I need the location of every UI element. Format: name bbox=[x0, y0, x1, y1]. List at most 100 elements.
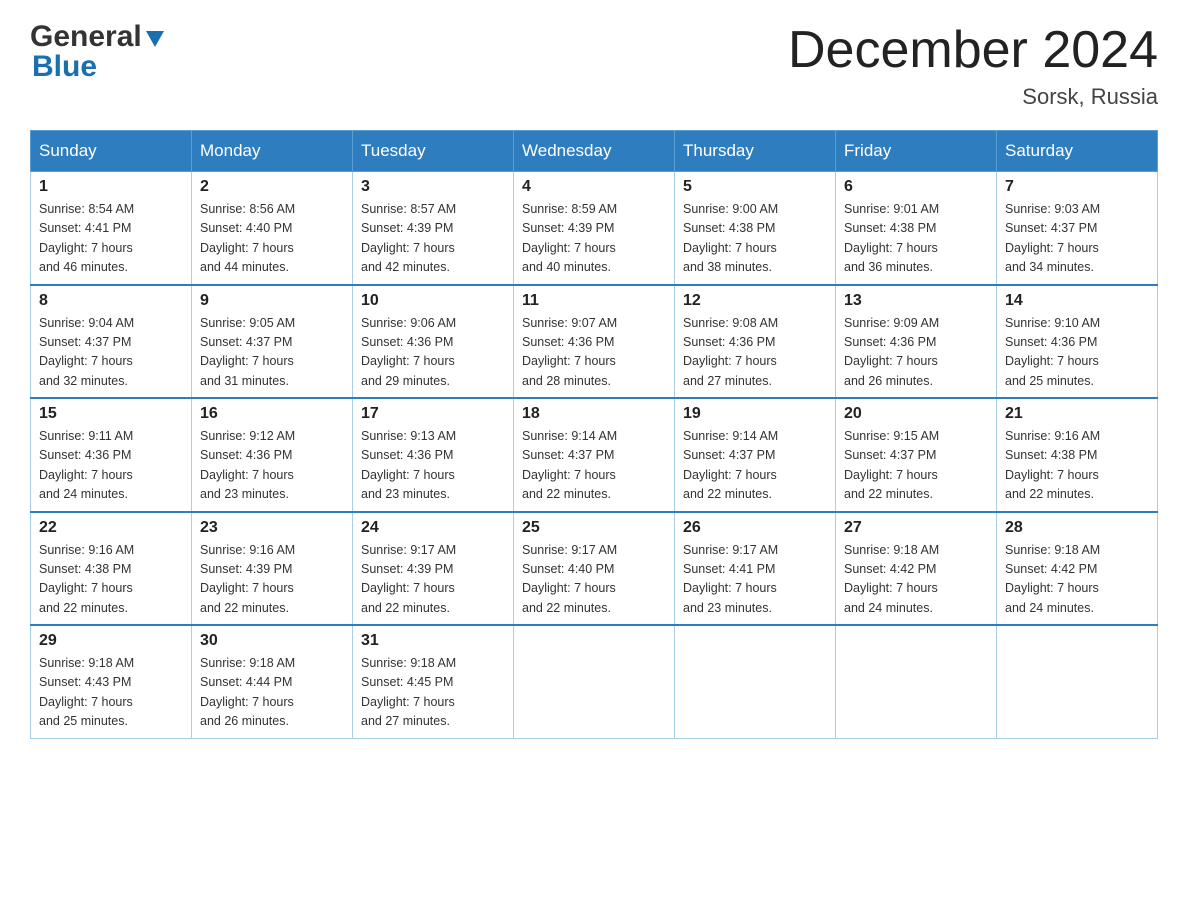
table-row: 19 Sunrise: 9:14 AMSunset: 4:37 PMDayligh… bbox=[675, 398, 836, 512]
day-number: 26 bbox=[683, 519, 827, 537]
day-info: Sunrise: 9:09 AMSunset: 4:36 PMDaylight:… bbox=[844, 314, 988, 392]
day-info: Sunrise: 9:18 AMSunset: 4:44 PMDaylight:… bbox=[200, 654, 344, 732]
day-number: 14 bbox=[1005, 292, 1149, 310]
page-header: General Blue December 2024 Sorsk, Russia bbox=[30, 20, 1158, 110]
day-number: 3 bbox=[361, 178, 505, 196]
day-number: 9 bbox=[200, 292, 344, 310]
table-row: 27Sunrise: 9:18 AMSunset: 4:42 PMDayligh… bbox=[836, 512, 997, 626]
day-info: Sunrise: 9:06 AMSunset: 4:36 PMDaylight:… bbox=[361, 314, 505, 392]
day-info: Sunrise: 9:01 AMSunset: 4:38 PMDaylight:… bbox=[844, 200, 988, 278]
day-number: 29 bbox=[39, 632, 183, 650]
day-number: 4 bbox=[522, 178, 666, 196]
table-row: 12 Sunrise: 9:08 AMSunset: 4:36 PMDayligh… bbox=[675, 285, 836, 399]
calendar-week-row-3: 15Sunrise: 9:11 AMSunset: 4:36 PMDayligh… bbox=[31, 398, 1158, 512]
calendar-week-row-4: 22Sunrise: 9:16 AMSunset: 4:38 PMDayligh… bbox=[31, 512, 1158, 626]
day-number: 30 bbox=[200, 632, 344, 650]
day-info: Sunrise: 8:57 AMSunset: 4:39 PMDaylight:… bbox=[361, 200, 505, 278]
header-wednesday: Wednesday bbox=[514, 131, 675, 172]
day-info: Sunrise: 9:17 AMSunset: 4:41 PMDaylight:… bbox=[683, 541, 827, 619]
day-info: Sunrise: 9:14 AMSunset: 4:37 PMDaylight:… bbox=[683, 427, 827, 505]
table-row: 13 Sunrise: 9:09 AMSunset: 4:36 PMDayligh… bbox=[836, 285, 997, 399]
day-info: Sunrise: 9:07 AMSunset: 4:36 PMDaylight:… bbox=[522, 314, 666, 392]
table-row: 20Sunrise: 9:15 AMSunset: 4:37 PMDayligh… bbox=[836, 398, 997, 512]
day-info: Sunrise: 8:59 AMSunset: 4:39 PMDaylight:… bbox=[522, 200, 666, 278]
day-number: 24 bbox=[361, 519, 505, 537]
table-row: 24 Sunrise: 9:17 AMSunset: 4:39 PMDayligh… bbox=[353, 512, 514, 626]
table-row: 28 Sunrise: 9:18 AMSunset: 4:42 PMDayligh… bbox=[997, 512, 1158, 626]
calendar-week-row-1: 1 Sunrise: 8:54 AMSunset: 4:41 PMDaylight… bbox=[31, 172, 1158, 285]
table-row: 6 Sunrise: 9:01 AMSunset: 4:38 PMDaylight… bbox=[836, 172, 997, 285]
day-info: Sunrise: 9:18 AMSunset: 4:42 PMDaylight:… bbox=[1005, 541, 1149, 619]
month-title: December 2024 bbox=[788, 20, 1158, 80]
day-number: 18 bbox=[522, 405, 666, 423]
header-tuesday: Tuesday bbox=[353, 131, 514, 172]
table-row: 4 Sunrise: 8:59 AMSunset: 4:39 PMDaylight… bbox=[514, 172, 675, 285]
table-row bbox=[514, 625, 675, 738]
table-row: 22Sunrise: 9:16 AMSunset: 4:38 PMDayligh… bbox=[31, 512, 192, 626]
table-row: 3 Sunrise: 8:57 AMSunset: 4:39 PMDaylight… bbox=[353, 172, 514, 285]
day-info: Sunrise: 9:04 AMSunset: 4:37 PMDaylight:… bbox=[39, 314, 183, 392]
table-row: 23 Sunrise: 9:16 AMSunset: 4:39 PMDayligh… bbox=[192, 512, 353, 626]
table-row: 1 Sunrise: 8:54 AMSunset: 4:41 PMDaylight… bbox=[31, 172, 192, 285]
table-row: 8 Sunrise: 9:04 AMSunset: 4:37 PMDaylight… bbox=[31, 285, 192, 399]
header-friday: Friday bbox=[836, 131, 997, 172]
day-number: 20 bbox=[844, 405, 988, 423]
day-info: Sunrise: 9:05 AMSunset: 4:37 PMDaylight:… bbox=[200, 314, 344, 392]
day-number: 5 bbox=[683, 178, 827, 196]
day-number: 28 bbox=[1005, 519, 1149, 537]
day-number: 6 bbox=[844, 178, 988, 196]
header-saturday: Saturday bbox=[997, 131, 1158, 172]
table-row: 14 Sunrise: 9:10 AMSunset: 4:36 PMDayligh… bbox=[997, 285, 1158, 399]
table-row: 26 Sunrise: 9:17 AMSunset: 4:41 PMDayligh… bbox=[675, 512, 836, 626]
title-area: December 2024 Sorsk, Russia bbox=[788, 20, 1158, 110]
day-info: Sunrise: 9:10 AMSunset: 4:36 PMDaylight:… bbox=[1005, 314, 1149, 392]
logo-blue: Blue bbox=[30, 50, 97, 84]
logo-text-area: General Blue bbox=[30, 20, 166, 84]
logo: General Blue bbox=[30, 20, 166, 84]
table-row: 29Sunrise: 9:18 AMSunset: 4:43 PMDayligh… bbox=[31, 625, 192, 738]
day-info: Sunrise: 8:56 AMSunset: 4:40 PMDaylight:… bbox=[200, 200, 344, 278]
day-number: 1 bbox=[39, 178, 183, 196]
calendar-header-row: Sunday Monday Tuesday Wednesday Thursday… bbox=[31, 131, 1158, 172]
header-monday: Monday bbox=[192, 131, 353, 172]
calendar-table: Sunday Monday Tuesday Wednesday Thursday… bbox=[30, 130, 1158, 739]
day-number: 12 bbox=[683, 292, 827, 310]
day-info: Sunrise: 9:08 AMSunset: 4:36 PMDaylight:… bbox=[683, 314, 827, 392]
day-number: 2 bbox=[200, 178, 344, 196]
day-info: Sunrise: 9:18 AMSunset: 4:45 PMDaylight:… bbox=[361, 654, 505, 732]
table-row: 25 Sunrise: 9:17 AMSunset: 4:40 PMDayligh… bbox=[514, 512, 675, 626]
day-info: Sunrise: 9:16 AMSunset: 4:38 PMDaylight:… bbox=[1005, 427, 1149, 505]
table-row: 9 Sunrise: 9:05 AMSunset: 4:37 PMDaylight… bbox=[192, 285, 353, 399]
logo-triangle-icon bbox=[144, 27, 166, 49]
table-row: 2 Sunrise: 8:56 AMSunset: 4:40 PMDaylight… bbox=[192, 172, 353, 285]
table-row: 16Sunrise: 9:12 AMSunset: 4:36 PMDayligh… bbox=[192, 398, 353, 512]
day-number: 8 bbox=[39, 292, 183, 310]
day-info: Sunrise: 8:54 AMSunset: 4:41 PMDaylight:… bbox=[39, 200, 183, 278]
day-number: 16 bbox=[200, 405, 344, 423]
day-number: 22 bbox=[39, 519, 183, 537]
day-info: Sunrise: 9:00 AMSunset: 4:38 PMDaylight:… bbox=[683, 200, 827, 278]
table-row: 15Sunrise: 9:11 AMSunset: 4:36 PMDayligh… bbox=[31, 398, 192, 512]
day-number: 15 bbox=[39, 405, 183, 423]
location: Sorsk, Russia bbox=[788, 84, 1158, 110]
logo-general: General bbox=[30, 20, 142, 54]
day-number: 23 bbox=[200, 519, 344, 537]
header-thursday: Thursday bbox=[675, 131, 836, 172]
day-number: 13 bbox=[844, 292, 988, 310]
table-row: 30 Sunrise: 9:18 AMSunset: 4:44 PMDayligh… bbox=[192, 625, 353, 738]
day-number: 11 bbox=[522, 292, 666, 310]
day-info: Sunrise: 9:17 AMSunset: 4:40 PMDaylight:… bbox=[522, 541, 666, 619]
table-row: 31Sunrise: 9:18 AMSunset: 4:45 PMDayligh… bbox=[353, 625, 514, 738]
calendar-week-row-5: 29Sunrise: 9:18 AMSunset: 4:43 PMDayligh… bbox=[31, 625, 1158, 738]
day-number: 25 bbox=[522, 519, 666, 537]
day-number: 17 bbox=[361, 405, 505, 423]
table-row: 17 Sunrise: 9:13 AMSunset: 4:36 PMDayligh… bbox=[353, 398, 514, 512]
table-row: 7Sunrise: 9:03 AMSunset: 4:37 PMDaylight… bbox=[997, 172, 1158, 285]
day-info: Sunrise: 9:13 AMSunset: 4:36 PMDaylight:… bbox=[361, 427, 505, 505]
day-info: Sunrise: 9:16 AMSunset: 4:39 PMDaylight:… bbox=[200, 541, 344, 619]
table-row bbox=[675, 625, 836, 738]
calendar-week-row-2: 8 Sunrise: 9:04 AMSunset: 4:37 PMDaylight… bbox=[31, 285, 1158, 399]
table-row bbox=[836, 625, 997, 738]
day-number: 19 bbox=[683, 405, 827, 423]
day-info: Sunrise: 9:17 AMSunset: 4:39 PMDaylight:… bbox=[361, 541, 505, 619]
